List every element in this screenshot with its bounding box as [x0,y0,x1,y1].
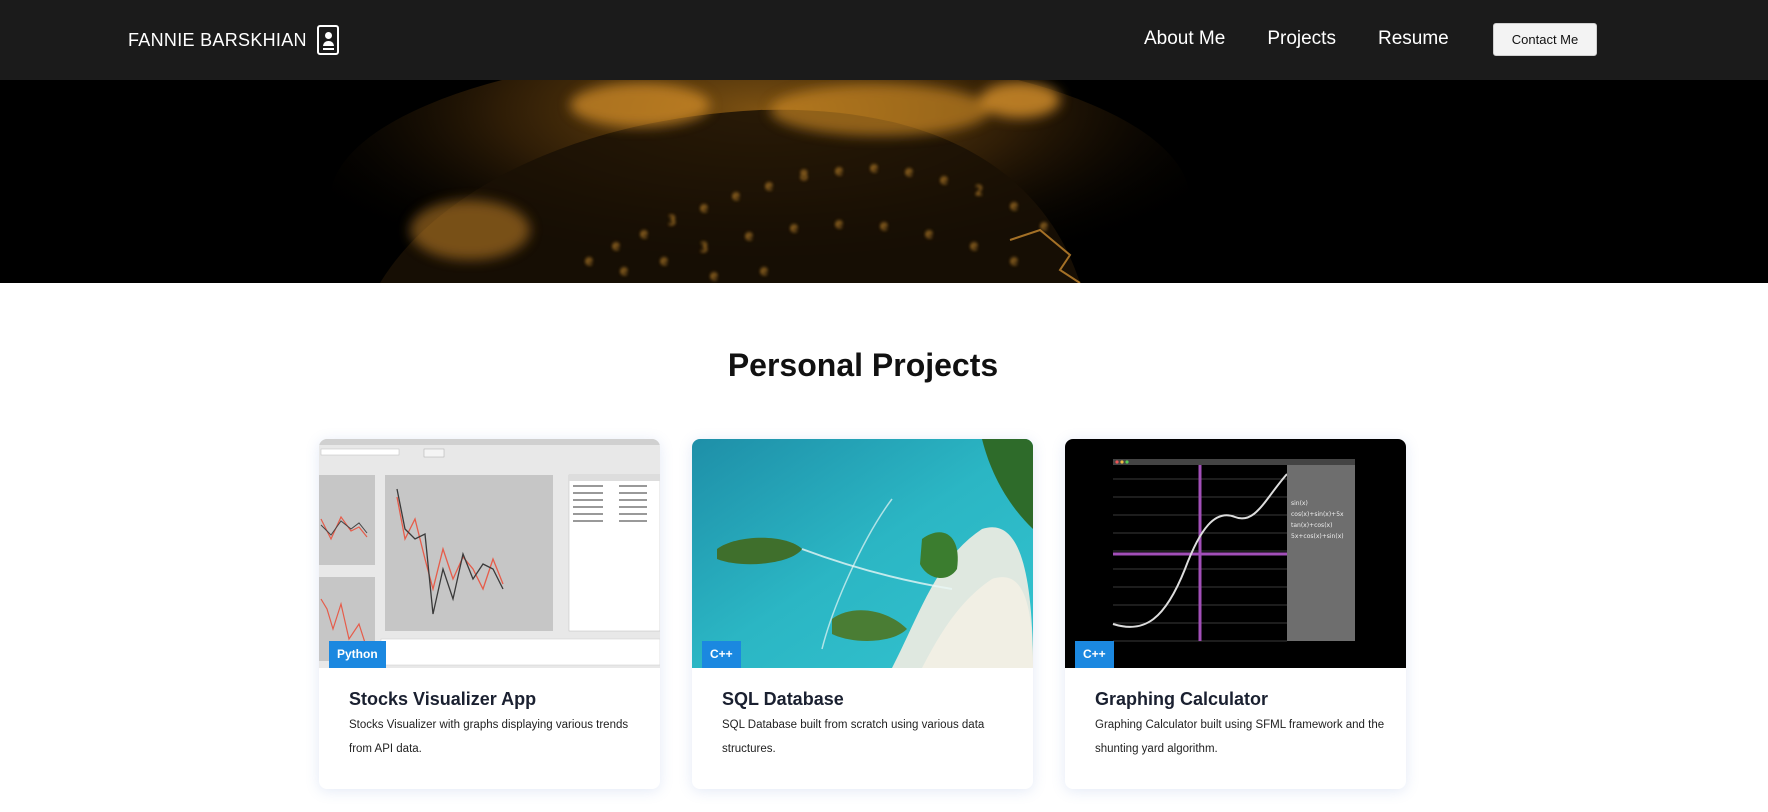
svg-text:e: e [835,164,843,179]
equation-text: cos(x)+sin(x)+5x [1291,511,1344,518]
project-title[interactable]: Graphing Calculator [1095,689,1268,710]
svg-text:e: e [765,179,773,194]
brand-logo[interactable]: FANNIE BARSKHIAN [128,25,339,55]
brand-name[interactable]: FANNIE BARSKHIAN [128,30,307,51]
project-description: SQL Database built from scratch using va… [722,719,985,755]
svg-text:e: e [585,254,593,269]
svg-text:e: e [970,239,978,254]
nav-links: About Me Projects Resume [1144,28,1491,50]
svg-text:3: 3 [668,214,676,229]
nav-link-about-me[interactable]: About Me [1144,28,1225,50]
svg-text:e: e [1010,199,1018,214]
language-tag: C++ [1075,641,1114,668]
svg-text:e: e [760,264,768,279]
svg-text:e: e [710,269,718,283]
project-thumbnail [692,439,1033,668]
project-card-sql-database[interactable]: C++ SQL Database SQL Database built from… [692,439,1033,789]
hero-globe-image: eee 3ee e8 e e ee 2ee ee3 ee e eee ee e [0,80,1768,283]
svg-text:e: e [925,227,933,242]
project-description: Graphing Calculator built using SFML fra… [1095,719,1385,755]
svg-text:e: e [660,254,668,269]
svg-text:e: e [700,201,708,216]
svg-text:e: e [732,189,740,204]
project-thumbnail: sin(x) cos(x)+sin(x)+5x tan(x)+cos(x) 5x… [1065,439,1406,668]
equation-text: tan(x)+cos(x) [1291,522,1332,529]
nav-link-resume[interactable]: Resume [1378,28,1449,50]
hero-banner: eee 3ee e8e eee 2ee ee3 eee eee eee [0,80,1768,283]
language-tag: Python [329,641,386,668]
svg-text:8: 8 [800,169,808,184]
equation-text: sin(x) [1291,500,1308,507]
project-thumbnail [319,439,660,668]
svg-text:e: e [835,217,843,232]
contact-me-button[interactable]: Contact Me [1493,23,1597,56]
svg-text:e: e [940,173,948,188]
project-title[interactable]: SQL Database [722,689,844,710]
svg-text:e: e [870,161,878,176]
svg-text:2: 2 [975,184,983,199]
project-card-graphing-calculator[interactable]: sin(x) cos(x)+sin(x)+5x tan(x)+cos(x) 5x… [1065,439,1406,789]
project-card-stocks[interactable]: Python Stocks Visualizer App Stocks Visu… [319,439,660,789]
svg-text:e: e [880,219,888,234]
svg-text:3: 3 [700,241,708,256]
equation-text: 5x+cos(x)+sin(x) [1291,533,1344,540]
language-tag: C++ [702,641,741,668]
nav-link-projects[interactable]: Projects [1267,28,1336,50]
svg-text:e: e [790,221,798,236]
svg-text:e: e [905,165,913,180]
project-title[interactable]: Stocks Visualizer App [349,689,536,710]
top-navbar: FANNIE BARSKHIAN About Me Projects Resum… [0,0,1768,80]
svg-text:e: e [640,227,648,242]
contact-card-icon [316,25,339,55]
svg-text:e: e [1010,254,1018,269]
section-title: Personal Projects [727,347,999,383]
project-description: Stocks Visualizer with graphs displaying… [349,719,629,755]
svg-text:e: e [620,264,628,279]
svg-text:e: e [612,239,620,254]
svg-text:e: e [745,229,753,244]
